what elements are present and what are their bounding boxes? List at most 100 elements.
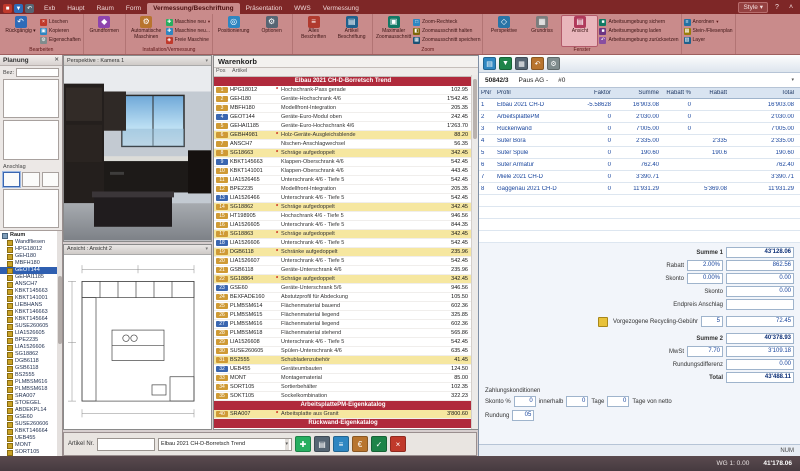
warenkorb-row[interactable]: 21GSB6118Geräte-Unterschrank 4/6235.96	[214, 266, 472, 275]
app-icon[interactable]: ■	[3, 4, 12, 13]
tage-input[interactable]: 0	[607, 396, 629, 407]
warenkorb-row[interactable]: 40SRA007*Arbeitsplatte aus Granit3'800.6…	[214, 410, 472, 419]
plan-drawing[interactable]	[64, 255, 211, 430]
warenkorb-row[interactable]: 11LIA1526465Unterschrank 4/6 - Tiefe 554…	[214, 176, 472, 185]
zoom-rechteck-button[interactable]: □Zoom-Rechteck	[413, 18, 480, 26]
tree-item-suse260605[interactable]: SUSE260605	[0, 323, 62, 330]
arbeitsumgebung-laden-button[interactable]: ■Arbeitsumgebung laden	[599, 27, 678, 35]
rundung-input[interactable]: 05	[512, 410, 534, 421]
planung-input-2[interactable]	[3, 79, 59, 118]
zoomausschnitt-speichern-button[interactable]: ▦Zoomausschnitt speichern	[413, 36, 480, 44]
anschlag-thumb-3[interactable]	[42, 172, 59, 187]
stein-fliesenplan-button[interactable]: ▦Stein-/Fliesenplan	[684, 27, 733, 35]
anordnen-button[interactable]: ≡Anordnen▾	[684, 18, 733, 26]
tree-item-dgb6118[interactable]: DGB6118	[0, 358, 62, 365]
warenkorb-row[interactable]: 7ANSCH7Nischen-Anschlagwechsel56.35	[214, 140, 472, 149]
perspective-3d-render[interactable]	[64, 66, 211, 241]
rabatt-pct-field[interactable]: 2.00%	[687, 260, 723, 271]
warenkorb-row[interactable]: 32UEB455Geräteumbauten124.50	[214, 365, 472, 374]
warenkorb-row[interactable]: 30SUSE260605Spülen-Unterschrank 4/6635.4…	[214, 347, 472, 356]
tree-item-plmbsm616[interactable]: PLMBSM616	[0, 379, 62, 386]
save-icon[interactable]: ▼	[499, 57, 512, 70]
invoice-row[interactable]: 2ArbeitsplattePM02'030.0002'030.00	[479, 111, 800, 123]
warenkorb-row[interactable]: 29LIA1526608Unterschrank 4/6 - Tiefe 554…	[214, 338, 472, 347]
print-icon[interactable]: ▦	[515, 57, 528, 70]
invoice-row[interactable]: 4Suter Bora02'335.002'3352'335.00	[479, 135, 800, 147]
warenkorb-row[interactable]: 16LIA1526605Unterschrank 4/6 - Tiefe 584…	[214, 221, 472, 230]
invoice-row[interactable]: 1Elbau 2021 CH-D-5.5862816'903.08016'903…	[479, 99, 800, 111]
mwst-pct-field[interactable]: 7.70	[687, 346, 723, 357]
tree-item-gsb6118[interactable]: GSB6118	[0, 365, 62, 372]
catalog-select[interactable]: Elbau 2021 CH-D-Borretsch Trend ▾	[158, 438, 292, 451]
warenkorb-row[interactable]: 31BS2555Schubladenzubehör41.45	[214, 356, 472, 365]
tab-wws[interactable]: WWS	[288, 3, 317, 14]
maschine-neu-button[interactable]: ✚Maschine neu▾	[166, 18, 210, 26]
tree-item-geot144[interactable]: GEOT144	[0, 267, 62, 274]
warenkorb-row[interactable]: 34SORT105Sortierbehälter102.35	[214, 383, 472, 392]
arbeitsumgebung-sichern-button[interactable]: ■Arbeitsumgebung sichern	[599, 18, 678, 26]
warenkorb-row[interactable]: 24BEXFADE160Abstutzprofil für Abdeckung1…	[214, 293, 472, 302]
artikel-nr-input[interactable]	[97, 438, 155, 451]
warenkorb-row[interactable]: 35SOKT105Sockelkombination322.23	[214, 392, 472, 401]
undo-quick-icon[interactable]: ↶	[25, 4, 34, 13]
grundformen-button[interactable]: ◆Grundformen	[86, 15, 123, 47]
invoice-row[interactable]: 3Rückenwand07'005.0007'005.00	[479, 123, 800, 135]
warenkorb-row[interactable]: 6GEBH4981*Holz-Geräte-Ausgleichsblende88…	[214, 131, 472, 140]
endpreis-value[interactable]	[726, 299, 794, 310]
tab-raum[interactable]: Raum	[91, 3, 120, 14]
automatische-maschinen-button[interactable]: ⚙Automatische Maschinen	[128, 15, 165, 47]
print-icon[interactable]: ▤	[314, 436, 330, 452]
tree-item-mbfh180[interactable]: MBFH180	[0, 260, 62, 267]
warenkorb-row[interactable]: 17SG18863*Schräge aufgedoppelt342.45	[214, 230, 472, 239]
warenkorb-row[interactable]: 4GEOT144Geräte-Euro-Modul oben242.45	[214, 113, 472, 122]
tree-item-mont[interactable]: MONT	[0, 442, 62, 449]
save-icon[interactable]: ▼	[14, 4, 23, 13]
plan-close-icon[interactable]: ▾	[205, 246, 208, 252]
warenkorb-row[interactable]: 25PLMBSM614Flächenmaterial bauend602.36	[214, 302, 472, 311]
refresh-icon[interactable]: ↶	[531, 57, 544, 70]
bez-input[interactable]	[16, 68, 59, 77]
tree-item-abdekpl14[interactable]: ABDEKPL14	[0, 407, 62, 414]
tree-item-kbkt146663[interactable]: KBKT146663	[0, 309, 62, 316]
maschine-neu-button[interactable]: ✚Maschine neu...	[166, 27, 210, 35]
tree-item-liebhans[interactable]: LIEBHANS	[0, 302, 62, 309]
anschlag-thumb-1[interactable]	[3, 172, 20, 187]
tab-exb[interactable]: Exb	[38, 3, 61, 14]
layer-button[interactable]: ▧Layer	[684, 36, 733, 44]
skonto1-pct-field[interactable]: 0.00%	[687, 273, 723, 284]
style-selector[interactable]: Style ▾	[738, 2, 768, 13]
tree-item-gse60[interactable]: GSE60	[0, 414, 62, 421]
tree-item-suse260606[interactable]: SUSE260606	[0, 421, 62, 428]
freie-maschine-button[interactable]: ◈Freie Maschine	[166, 36, 210, 44]
alles-beschriften-button[interactable]: ≡Alles Beschriften	[295, 15, 332, 47]
invoice-row[interactable]: 6Suter Armatur0762.40762.40	[479, 159, 800, 171]
collapse-ribbon-icon[interactable]: ˄	[786, 4, 796, 11]
tree-item-kbkt145663[interactable]: KBKT145663	[0, 288, 62, 295]
warenkorb-scrollbar[interactable]	[471, 75, 478, 429]
arbeitsumgebung-zurücksetzen-button[interactable]: ↶Arbeitsumgebung zurücksetzen	[599, 36, 678, 44]
tree-item-geh180[interactable]: GEH180	[0, 253, 62, 260]
warenkorb-row[interactable]: 26PLMBSM615Flächenmaterial liegend325.85	[214, 311, 472, 320]
tree-scrollbar[interactable]	[57, 231, 62, 456]
tree-item-kbkt141001[interactable]: KBKT141001	[0, 295, 62, 302]
warenkorb-row[interactable]: 12BPE2235Modellfront-Integration205.35	[214, 185, 472, 194]
perspective-close-icon[interactable]: ▾	[205, 58, 208, 64]
invoice-row[interactable]: 8Gaggenau 2021 CH-D011'931.295'369.0811'…	[479, 183, 800, 195]
kopieren-button[interactable]: ▣Kopieren	[40, 27, 81, 35]
tree-item-bpe2235[interactable]: BPE2235	[0, 337, 62, 344]
warenkorb-row[interactable]: 18LIA1526606Unterschrank 4/6 - Tiefe 554…	[214, 239, 472, 248]
help-icon[interactable]: ?	[772, 4, 782, 11]
tree-item-sort105[interactable]: SORT105	[0, 449, 62, 456]
warenkorb-row[interactable]: 23GSE60Geräte-Unterschrank 5/6946.56	[214, 284, 472, 293]
check-icon[interactable]: ✓	[371, 436, 387, 452]
cart-add-icon[interactable]: ✚	[295, 436, 311, 452]
ansicht-button[interactable]: ▤Ansicht	[561, 15, 598, 47]
tree-item-plmbsm618[interactable]: PLMBSM618	[0, 386, 62, 393]
anschlag-thumb-2[interactable]	[22, 172, 39, 187]
optionen-button[interactable]: ⚙Optionen	[253, 15, 290, 47]
tree-item-kbkt146664[interactable]: KBKT146664	[0, 428, 62, 435]
grundriss-button[interactable]: ▦Grundriss	[523, 15, 560, 47]
warenkorb-row[interactable]: 14SG18862*Schräge aufgedoppelt342.45	[214, 203, 472, 212]
tree-item-hpg18012[interactable]: HPG18012	[0, 246, 62, 253]
warenkorb-row[interactable]: 20LIA1526607Unterschrank 4/6 - Tiefe 554…	[214, 257, 472, 266]
